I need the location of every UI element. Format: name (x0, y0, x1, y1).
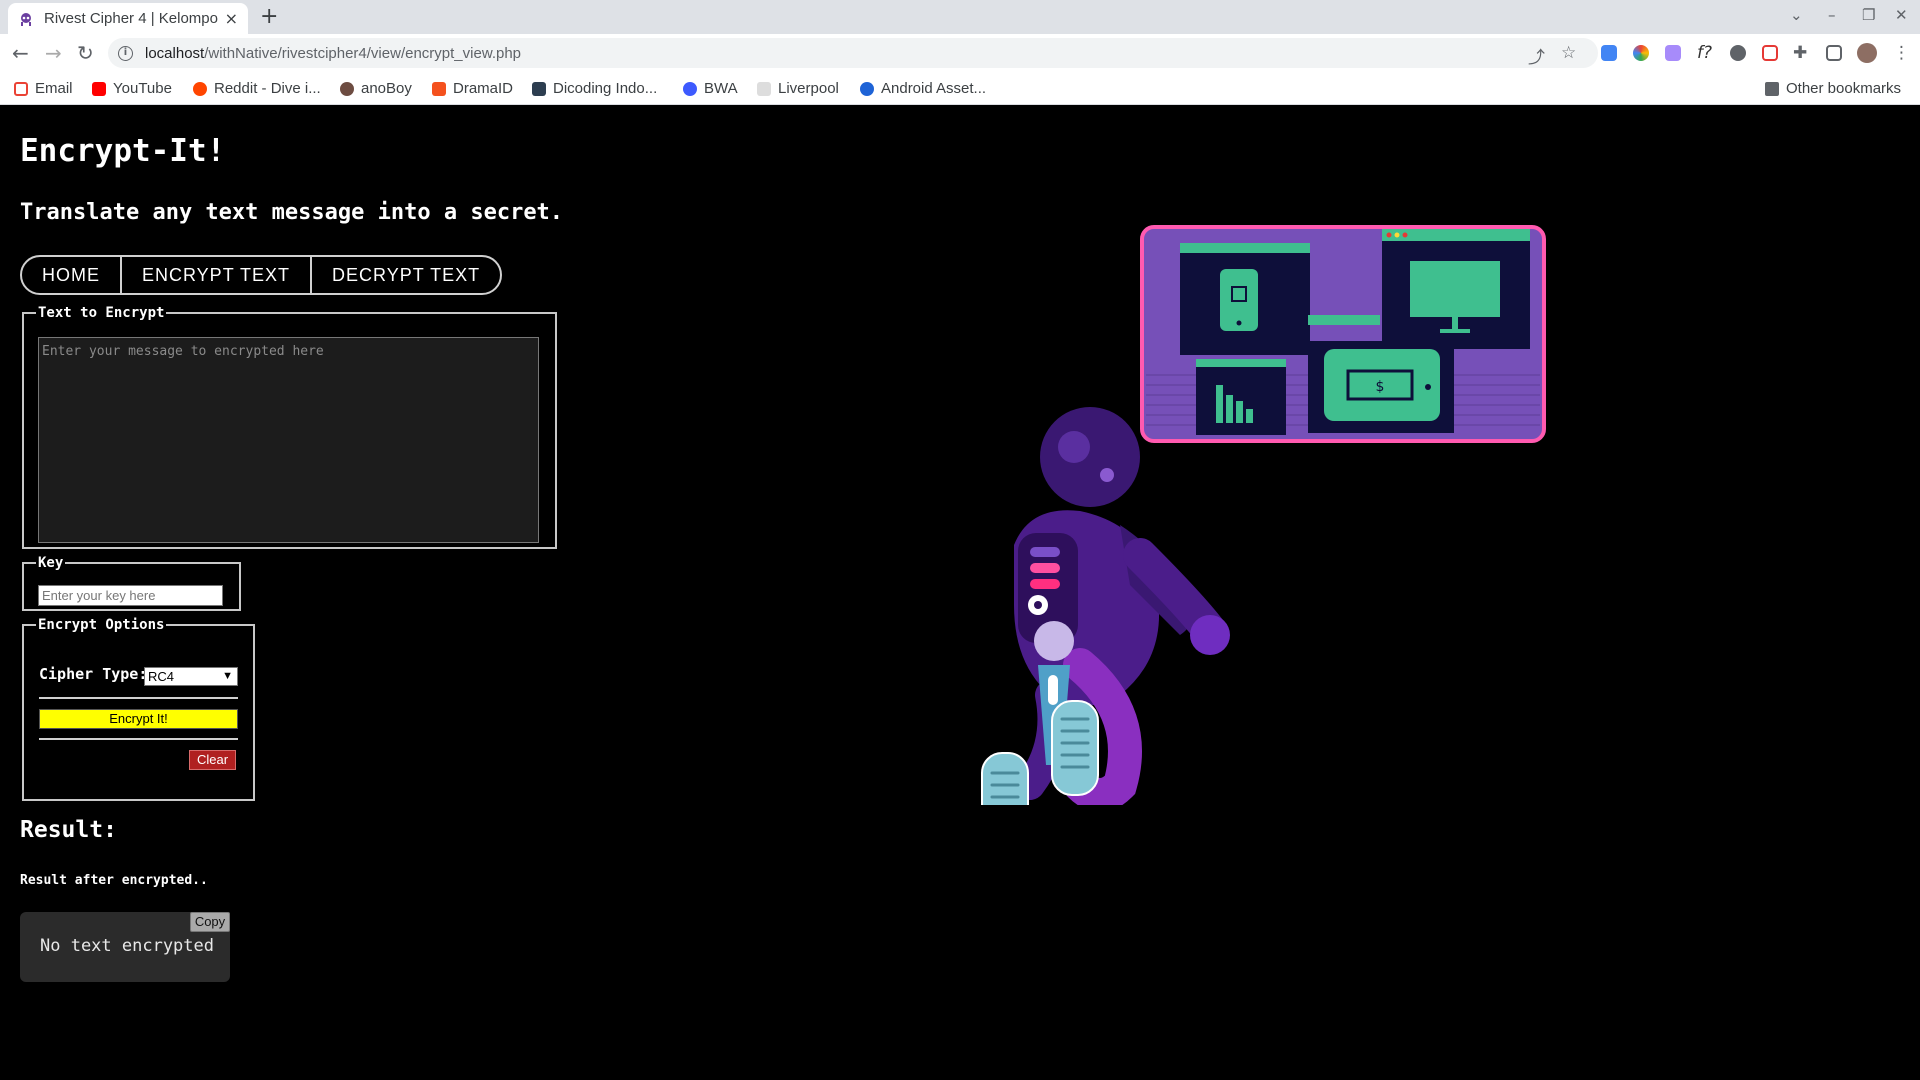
svg-text:$: $ (1376, 379, 1385, 395)
bookmark-dramaid[interactable]: DramaID (432, 80, 513, 97)
menu-kebab-icon[interactable]: ⋮ (1893, 43, 1910, 63)
message-textarea[interactable] (38, 337, 539, 543)
dicoding-icon (532, 81, 546, 96)
profile-avatar[interactable] (1857, 43, 1877, 63)
bookmark-bwa[interactable]: BWA (683, 80, 738, 97)
bookmark-youtube[interactable]: YouTube (92, 80, 172, 97)
circle-extension-icon[interactable] (1730, 45, 1746, 61)
dramaid-icon (432, 81, 446, 96)
pen-extension-icon[interactable] (1665, 45, 1681, 61)
forward-icon[interactable]: → (45, 41, 62, 65)
astronaut-illustration: $ (981, 225, 1546, 805)
bookmark-anoboy[interactable]: anoBoy (340, 80, 412, 97)
browser-toolbar: ← → ↻ i localhost/withNative/rivestciphe… (0, 34, 1920, 72)
cipher-type-label: Cipher Type: (39, 665, 148, 683)
back-icon[interactable]: ← (12, 41, 29, 65)
minimize-icon[interactable]: – (1828, 6, 1836, 24)
translate-extension-icon[interactable] (1601, 45, 1617, 61)
result-subtitle: Result after encrypted.. (20, 873, 208, 888)
browser-tab[interactable]: Rivest Cipher 4 | Kelompok × (8, 3, 248, 34)
bookmark-email[interactable]: Email (14, 80, 73, 97)
share-icon[interactable]: ⤴ (1528, 43, 1545, 68)
url-text: localhost/withNative/rivestcipher4/view/… (145, 44, 522, 62)
key-input[interactable] (38, 585, 223, 606)
extensions-puzzle-icon[interactable]: ✚ (1793, 43, 1807, 63)
youtube-icon (92, 81, 106, 96)
nav-encrypt-text[interactable]: ENCRYPT TEXT (122, 257, 313, 293)
encrypt-options-legend: Encrypt Options (38, 617, 165, 633)
key-legend: Key (38, 555, 64, 571)
restore-icon[interactable]: ❐ (1862, 6, 1875, 24)
page-subtitle: Translate any text message into a secret… (20, 200, 564, 225)
bookmark-reddit[interactable]: Reddit - Dive i... (193, 80, 321, 97)
side-panel-icon[interactable] (1826, 45, 1842, 61)
cipher-type-value: RC4 (148, 669, 175, 684)
page-content: Encrypt-It! Translate any text message i… (0, 105, 1920, 1080)
close-window-icon[interactable]: ✕ (1895, 6, 1908, 24)
bookmark-liverpool[interactable]: Liverpool (757, 80, 839, 97)
alien-favicon-icon (21, 12, 31, 26)
cipher-type-select[interactable]: RC4 ▼ (144, 667, 238, 686)
divider (39, 697, 238, 699)
tab-strip: Rivest Cipher 4 | Kelompok × + ⌄ – ❐ ✕ (0, 0, 1920, 34)
color-extension-icon[interactable] (1633, 45, 1649, 61)
result-text: No text encrypted (40, 936, 214, 956)
result-title: Result: (20, 817, 117, 843)
bookmark-android-asset[interactable]: Android Asset... (860, 80, 986, 97)
tab-close-icon[interactable]: × (225, 9, 238, 28)
tab-title: Rivest Cipher 4 | Kelompok (44, 10, 219, 27)
reload-icon[interactable]: ↻ (77, 41, 94, 65)
site-info-icon[interactable]: i (118, 45, 133, 61)
divider (39, 738, 238, 740)
address-bar[interactable]: i localhost/withNative/rivestcipher4/vie… (108, 38, 1598, 68)
cast-extension-icon[interactable] (1762, 45, 1778, 61)
reddit-icon (193, 81, 207, 96)
encrypt-button[interactable]: Encrypt It! (39, 709, 238, 729)
bwa-icon (683, 81, 697, 96)
nav-home[interactable]: HOME (22, 257, 122, 293)
text-to-encrypt-legend: Text to Encrypt (38, 305, 165, 321)
key-fieldset: Key (22, 555, 241, 611)
clear-button[interactable]: Clear (189, 750, 236, 770)
folder-icon (1765, 81, 1779, 96)
gmail-icon (14, 81, 28, 96)
android-asset-icon (860, 81, 874, 96)
bookmarks-bar: Email YouTube Reddit - Dive i... anoBoy … (0, 72, 1920, 105)
new-tab-button[interactable]: + (260, 4, 278, 29)
copy-button[interactable]: Copy (190, 912, 230, 932)
text-to-encrypt-fieldset: Text to Encrypt (22, 305, 557, 549)
tab-search-icon[interactable]: ⌄ (1790, 6, 1803, 24)
liverpool-icon (757, 81, 771, 96)
chevron-down-icon: ▼ (222, 670, 233, 682)
main-nav: HOME ENCRYPT TEXT DECRYPT TEXT (20, 255, 503, 295)
encrypt-options-fieldset: Encrypt Options Cipher Type: RC4 ▼ Encry… (22, 617, 255, 801)
bookmark-star-icon[interactable]: ☆ (1561, 43, 1576, 63)
url-path: /withNative/rivestcipher4/view/encrypt_v… (204, 44, 522, 62)
bookmark-dicoding[interactable]: Dicoding Indo... (532, 80, 657, 97)
anoboy-icon (340, 81, 354, 96)
page-title: Encrypt-It! (20, 133, 226, 169)
nav-decrypt-text[interactable]: DECRYPT TEXT (312, 257, 500, 293)
formula-extension-icon[interactable]: f? (1697, 43, 1712, 63)
other-bookmarks[interactable]: Other bookmarks (1765, 80, 1901, 97)
